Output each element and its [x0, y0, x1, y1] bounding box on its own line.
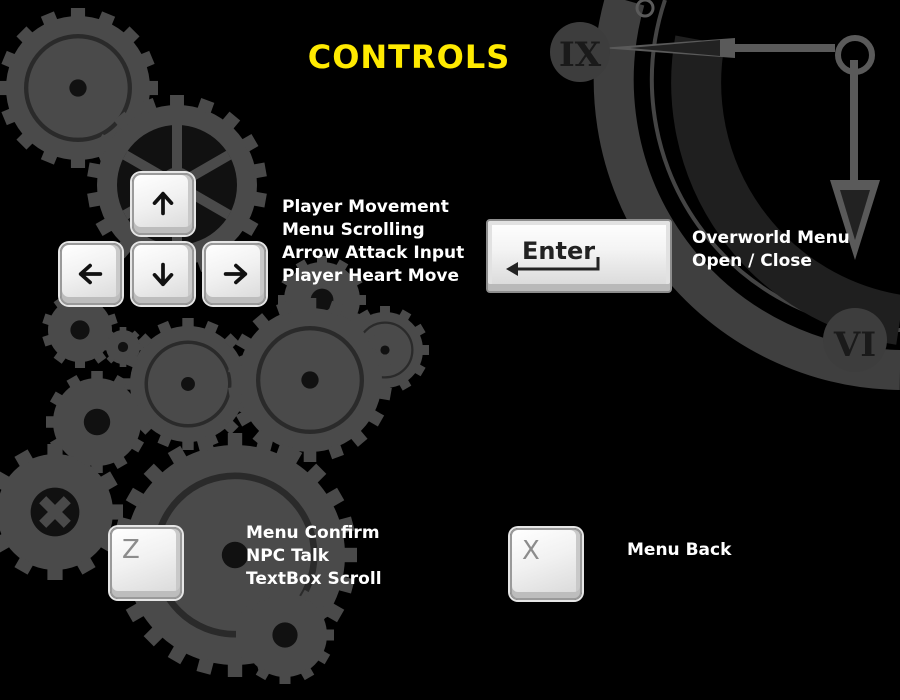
arrow-desc-line: Arrow Attack Input	[282, 243, 465, 263]
arrow-desc-line: Player Movement	[282, 197, 449, 217]
arrow-desc-line: Player Heart Move	[282, 266, 460, 286]
arrow-right-key	[204, 243, 266, 305]
enter-key: Enter	[486, 219, 672, 293]
enter-desc-line: Overworld Menu	[692, 228, 850, 248]
arrow-desc-line: Menu Scrolling	[282, 220, 425, 240]
arrow-down-key	[132, 243, 194, 305]
numeral-vi: VI	[833, 325, 876, 365]
z-key-label: Z	[122, 535, 140, 565]
z-key: Z	[110, 527, 182, 599]
arrow-up-icon	[152, 191, 174, 216]
x-key: X	[510, 528, 582, 600]
gear-icon	[122, 318, 254, 450]
z-desc-line: TextBox Scroll	[246, 569, 382, 589]
z-desc-line: NPC Talk	[246, 546, 330, 566]
x-desc-line: Menu Back	[627, 540, 732, 560]
arrow-left-icon	[78, 263, 103, 285]
arrow-keys-description: Player Movement Menu Scrolling Arrow Att…	[282, 196, 464, 288]
x-key-description: Menu Back	[627, 539, 731, 562]
enter-desc-line: Open / Close	[692, 251, 812, 271]
page-title: CONTROLS	[307, 38, 511, 76]
arrow-right-icon	[223, 263, 248, 285]
arrow-up-key	[132, 173, 194, 235]
arrow-left-key	[60, 243, 122, 305]
controls-screen: IX VI CONTROLS Player Movement Menu Scro…	[0, 0, 900, 700]
z-desc-line: Menu Confirm	[246, 523, 380, 543]
x-key-label: X	[522, 536, 540, 566]
return-arrow-icon	[506, 257, 600, 276]
z-key-description: Menu Confirm NPC Talk TextBox Scroll	[246, 522, 382, 591]
enter-key-description: Overworld Menu Open / Close	[692, 227, 850, 273]
arrow-down-icon	[152, 262, 174, 287]
